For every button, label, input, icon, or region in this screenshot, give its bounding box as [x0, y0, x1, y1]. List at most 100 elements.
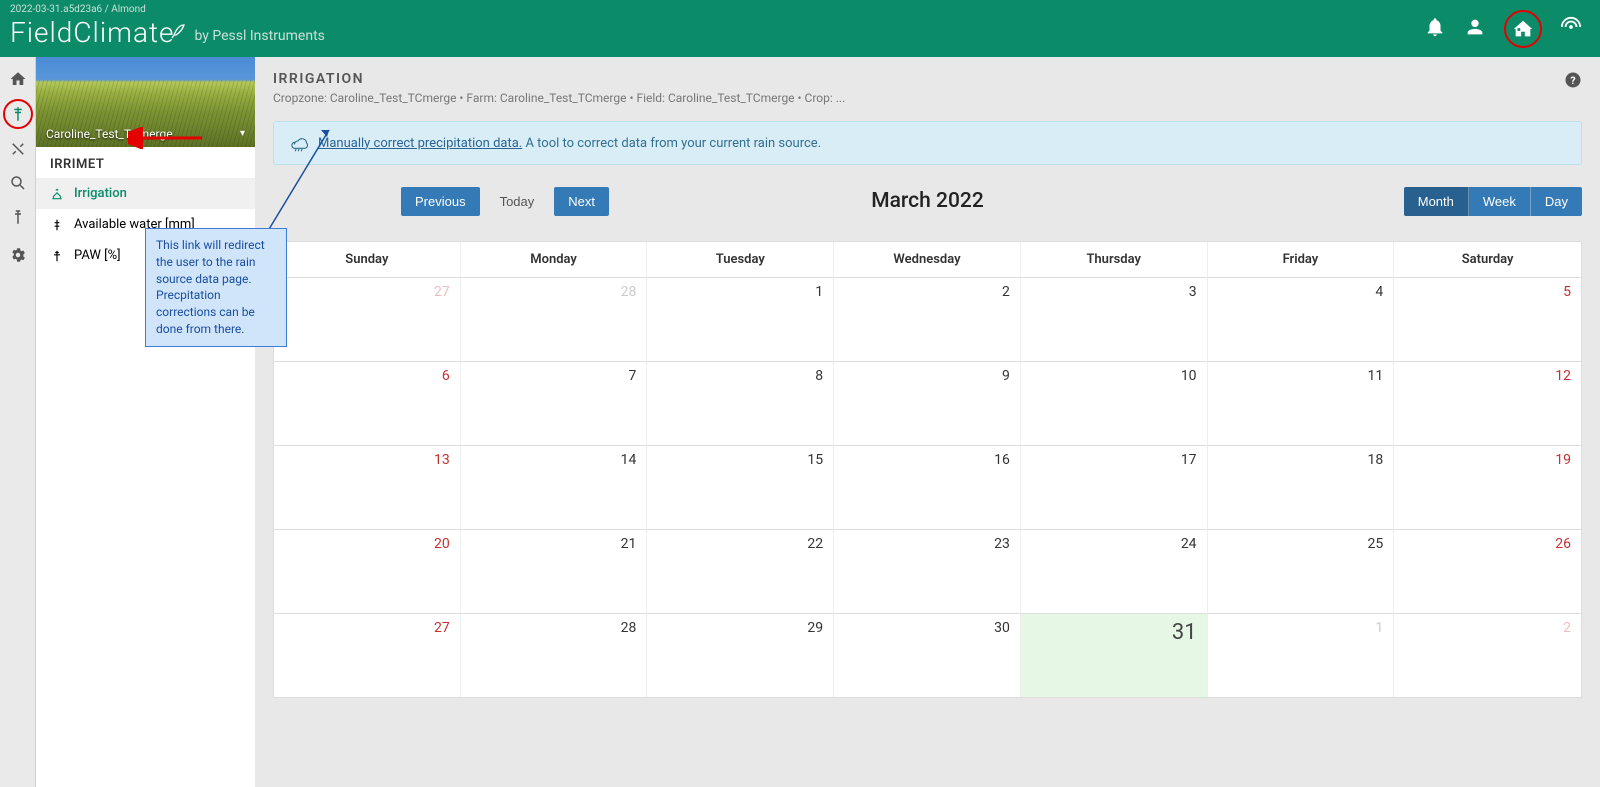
version-label: 2022-03-31.a5d23a6 / Almond — [10, 4, 146, 15]
calendar-date-number: 11 — [1368, 368, 1384, 384]
nav-sensor-icon[interactable] — [4, 203, 32, 231]
calendar-day-header: Friday — [1208, 242, 1395, 277]
nav-satellite-icon[interactable] — [4, 135, 32, 163]
calendar-cell[interactable]: 2 — [1394, 613, 1581, 697]
calendar-date-number: 30 — [994, 620, 1010, 636]
calendar-cell[interactable]: 3 — [1021, 277, 1208, 361]
calendar-cell[interactable]: 6 — [274, 361, 461, 445]
calendar-date-number: 22 — [807, 536, 823, 552]
week-view-button[interactable]: Week — [1469, 187, 1531, 216]
calendar-cell[interactable]: 2 — [834, 277, 1021, 361]
calendar-date-number: 27 — [434, 284, 450, 300]
next-button[interactable]: Next — [554, 187, 609, 216]
calendar-cell[interactable]: 26 — [1394, 529, 1581, 613]
calendar-cell[interactable]: 19 — [1394, 445, 1581, 529]
app-logo: FieldClimate — [10, 16, 188, 49]
calendar-cell[interactable]: 31 — [1021, 613, 1208, 697]
chevron-down-icon[interactable]: ▾ — [240, 128, 245, 139]
calendar-date-number: 1 — [1375, 620, 1383, 636]
calendar-title: March 2022 — [871, 189, 984, 213]
calendar-cell[interactable]: 21 — [461, 529, 648, 613]
calendar-cell[interactable]: 27 — [274, 277, 461, 361]
calendar-date-number: 14 — [621, 452, 637, 468]
calendar-day-header: Sunday — [274, 242, 461, 277]
calendar-cell[interactable]: 12 — [1394, 361, 1581, 445]
calendar-day-header: Thursday — [1021, 242, 1208, 277]
page-title: IRRIGATION — [273, 71, 1582, 87]
calendar-cell[interactable]: 11 — [1208, 361, 1395, 445]
nav-settings-icon[interactable] — [4, 241, 32, 269]
calendar-cell[interactable]: 1 — [1208, 613, 1395, 697]
calendar-date-number: 24 — [1181, 536, 1197, 552]
calendar-cell[interactable]: 9 — [834, 361, 1021, 445]
calendar-cell[interactable]: 16 — [834, 445, 1021, 529]
sidebar-section-title: IRRIMET — [36, 147, 255, 178]
calendar-cell[interactable]: 17 — [1021, 445, 1208, 529]
calendar-date-number: 29 — [807, 620, 823, 636]
day-view-button[interactable]: Day — [1531, 187, 1582, 216]
calendar-cell[interactable]: 14 — [461, 445, 648, 529]
calendar-date-number: 16 — [994, 452, 1010, 468]
calendar-day-header: Tuesday — [647, 242, 834, 277]
nav-irrigation-icon-circled[interactable] — [3, 99, 33, 129]
calendar-day-header: Saturday — [1394, 242, 1581, 277]
calendar-cell[interactable]: 5 — [1394, 277, 1581, 361]
calendar-cell[interactable]: 24 — [1021, 529, 1208, 613]
rain-icon — [290, 134, 308, 152]
calendar-cell[interactable]: 1 — [647, 277, 834, 361]
calendar-cell[interactable]: 28 — [461, 277, 648, 361]
farm-icon-circled[interactable] — [1504, 10, 1542, 48]
calendar-date-number: 15 — [807, 452, 823, 468]
calendar-date-number: 7 — [629, 368, 637, 384]
calendar-date-number: 9 — [1002, 368, 1010, 384]
calendar-date-number: 2 — [1563, 620, 1571, 636]
calendar-date-number: 3 — [1189, 284, 1197, 300]
banner-text: A tool to correct data from your current… — [522, 136, 821, 151]
calendar-cell[interactable]: 7 — [461, 361, 648, 445]
calendar-date-number: 6 — [442, 368, 450, 384]
calendar-day-header: Wednesday — [834, 242, 1021, 277]
correct-precipitation-link[interactable]: Manually correct precipitation data. — [318, 136, 522, 151]
calendar-cell[interactable]: 28 — [461, 613, 648, 697]
help-icon[interactable]: ? — [1564, 71, 1582, 89]
calendar-cell[interactable]: 10 — [1021, 361, 1208, 445]
tagline: by Pessl Instruments — [194, 28, 324, 44]
calendar-date-number: 28 — [621, 284, 637, 300]
calendar-cell[interactable]: 27 — [274, 613, 461, 697]
calendar-date-number: 17 — [1181, 452, 1197, 468]
calendar-cell[interactable]: 20 — [274, 529, 461, 613]
calendar-cell[interactable]: 22 — [647, 529, 834, 613]
calendar-cell[interactable]: 18 — [1208, 445, 1395, 529]
field-name-label: Caroline_Test_TCmerge — [46, 127, 173, 141]
calendar-date-number: 19 — [1555, 452, 1571, 468]
paw-icon — [50, 249, 64, 263]
calendar-cell[interactable]: 4 — [1208, 277, 1395, 361]
nav-home-icon[interactable] — [4, 65, 32, 93]
nav-search-icon[interactable] — [4, 169, 32, 197]
calendar-cell[interactable]: 13 — [274, 445, 461, 529]
sidebar-item-label: Irrigation — [74, 186, 127, 201]
user-icon[interactable] — [1464, 16, 1486, 42]
calendar-cell[interactable]: 25 — [1208, 529, 1395, 613]
broadcast-icon[interactable] — [1560, 16, 1582, 42]
calendar-date-number: 2 — [1002, 284, 1010, 300]
svg-text:?: ? — [1570, 74, 1575, 87]
bell-icon[interactable] — [1424, 16, 1446, 42]
calendar-date-number: 12 — [1555, 368, 1571, 384]
calendar-cell[interactable]: 29 — [647, 613, 834, 697]
calendar-cell[interactable]: 8 — [647, 361, 834, 445]
previous-button[interactable]: Previous — [401, 187, 480, 216]
info-banner: Manually correct precipitation data. A t… — [273, 121, 1582, 165]
calendar-date-number: 1 — [815, 284, 823, 300]
calendar-cell[interactable]: 23 — [834, 529, 1021, 613]
month-view-button[interactable]: Month — [1404, 187, 1469, 216]
today-button[interactable]: Today — [486, 187, 549, 216]
calendar-date-number: 10 — [1181, 368, 1197, 384]
calendar-date-number: 5 — [1563, 284, 1571, 300]
calendar-cell[interactable]: 30 — [834, 613, 1021, 697]
calendar-day-header: Monday — [461, 242, 648, 277]
calendar-cell[interactable]: 15 — [647, 445, 834, 529]
calendar-date-number: 27 — [434, 620, 450, 636]
sidebar-item-irrigation[interactable]: Irrigation — [36, 178, 255, 209]
field-image[interactable]: Caroline_Test_TCmerge ▾ — [36, 57, 255, 147]
